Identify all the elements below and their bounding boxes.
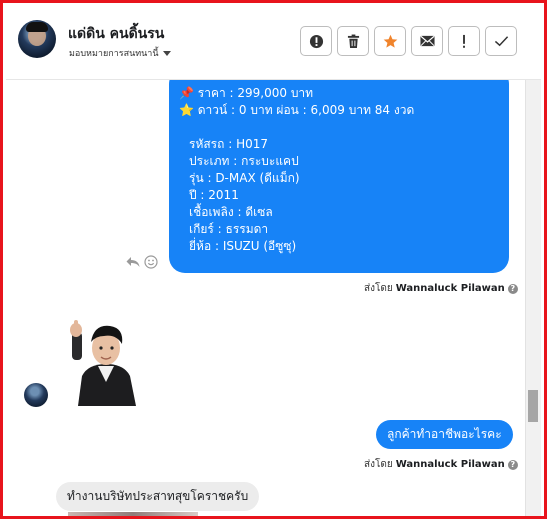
outgoing-message[interactable]: ลูกค้าทำอาชีพอะไรคะ [376,420,513,449]
conversation-header: แด่ดิน คนดิ้นรน มอบหมายการสนทนานี้ [6,6,541,80]
listing-model: รุ่น : D-MAX (ดีแม็ก) [189,171,300,185]
alert-circle-icon [309,34,323,48]
sent-by-label-2: ส่งโดย Wannaluck Pilawan ? [364,457,518,472]
contact-name: แด่ดิน คนดิ้นรน [68,26,165,42]
message-actions [126,255,158,269]
sent-by-name: Wannaluck Pilawan [395,283,505,294]
caret-down-icon [162,50,171,56]
mark-done-button[interactable] [485,26,517,56]
mail-icon [419,35,435,47]
exclamation-icon [463,34,465,48]
contact-avatar-small [24,383,48,407]
sent-by-label: ส่งโดย Wannaluck Pilawan ? [364,281,518,296]
sent-by-prefix: ส่งโดย [364,283,393,294]
sent-by-name: Wannaluck Pilawan [395,459,505,470]
listing-gear: เกียร์ : ธรรมดา [189,222,269,236]
app-window: แด่ดิน คนดิ้นรน มอบหมายการสนทนานี้ 📌 ราค… [0,0,547,519]
outgoing-message-car-listing[interactable]: 📌 ราคา : 299,000 บาท ⭐ ดาวน์ : 0 บาท ผ่อ… [169,80,509,273]
listing-price: 📌 ราคา : 299,000 บาท [179,86,314,100]
sticker-image [70,320,136,406]
reply-icon[interactable] [126,256,140,268]
smiley-icon[interactable] [144,255,158,269]
assign-conversation-dropdown[interactable]: มอบหมายการสนทนานี้ [69,46,171,60]
mark-important-button[interactable] [448,26,480,56]
listing-code: รหัสรถ : H017 [189,137,268,151]
conversation-toolbar [300,26,517,56]
assign-label: มอบหมายการสนทนานี้ [69,49,159,59]
star-button[interactable] [374,26,406,56]
mark-spam-button[interactable] [300,26,332,56]
email-button[interactable] [411,26,443,56]
star-icon [383,34,397,48]
chat-scrollbar[interactable] [525,80,541,516]
next-image-preview[interactable] [68,512,198,516]
check-icon [494,36,508,47]
contact-avatar[interactable] [18,20,56,58]
sent-by-prefix: ส่งโดย [364,459,393,470]
listing-type: ประเภท : กระบะแคป [189,154,299,168]
help-icon[interactable]: ? [507,459,518,470]
help-icon[interactable]: ? [507,283,518,294]
incoming-message[interactable]: ทำงานบริษัทประสาทสุขโคราชครับ [56,482,260,511]
message-thread[interactable]: 📌 ราคา : 299,000 บาท ⭐ ดาวน์ : 0 บาท ผ่อ… [6,80,532,516]
delete-button[interactable] [337,26,369,56]
listing-fuel: เชื้อเพลิง : ดีเซล [189,205,273,219]
scrollbar-thumb[interactable] [528,390,538,422]
listing-down-payment: ⭐ ดาวน์ : 0 บาท ผ่อน : 6,009 บาท 84 งวด [179,103,415,117]
listing-year: ปี : 2011 [189,188,239,202]
trash-icon [347,34,359,48]
listing-brand: ยี่ห้อ : ISUZU (อีซูซุ) [189,239,297,253]
